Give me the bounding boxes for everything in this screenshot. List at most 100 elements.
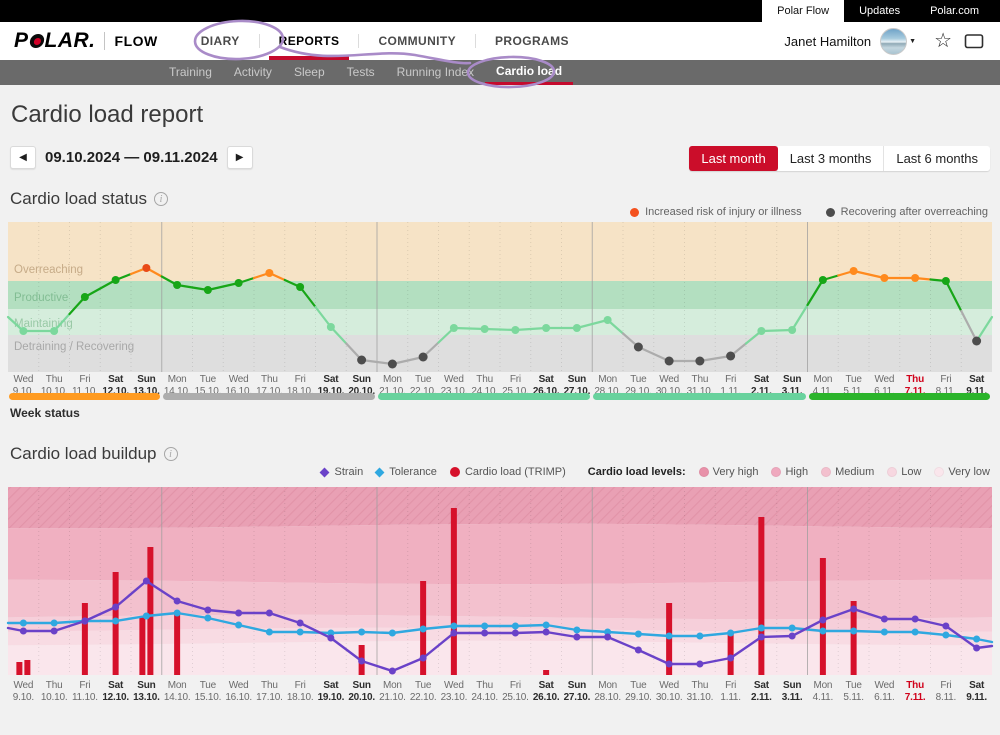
axis-day-label: Tue22.10.: [408, 680, 439, 704]
logo-o-icon: [28, 34, 44, 48]
legend-label: Medium: [835, 466, 874, 478]
subnav-item-cardio-load[interactable]: Cardio load: [485, 60, 573, 85]
cardio-load-status-chart: Detraining / RecoveringMaintainingProduc…: [0, 222, 1000, 372]
axis-day-label: Wed16.10.: [223, 680, 254, 704]
subnav-item-running-index[interactable]: Running Index: [386, 60, 485, 85]
tolerance-diamond-icon: [375, 467, 385, 477]
logo-text-p: P: [14, 29, 29, 53]
main-navbar: P LAR. FLOW DIARY REPORTS COMMUNITY PROGR…: [0, 22, 1000, 60]
axis-day-label: Sun3.11.: [777, 680, 808, 704]
strain-diamond-icon: [320, 467, 330, 477]
legend-item-high: High: [771, 466, 808, 478]
axis-day-label: Sat9.11.: [961, 680, 992, 704]
chevron-down-icon[interactable]: ▼: [909, 38, 916, 45]
axis-day-label: Sat2.11.: [746, 680, 777, 704]
legend-item-injury-risk: Increased risk of injury or illness: [630, 206, 802, 218]
axis-day-label: Fri8.11.: [931, 680, 962, 704]
axis-day-label: Tue29.10.: [623, 680, 654, 704]
axis-day-label: Thu7.11.: [900, 680, 931, 704]
logo-text-rest: LAR.: [45, 29, 96, 53]
polar-flow-app: Polar Flow Updates Polar.com P LAR. FLOW …: [0, 0, 1000, 735]
recovering-dot-icon: [826, 208, 835, 217]
user-name[interactable]: Janet Hamilton: [784, 34, 871, 49]
levels-label: Cardio load levels:: [588, 466, 686, 478]
menu-item-community[interactable]: COMMUNITY: [359, 22, 475, 60]
reports-subnav: Training Activity Sleep Tests Running In…: [0, 60, 1000, 85]
last-6-months-button[interactable]: Last 6 months: [883, 146, 990, 171]
low-dot-icon: [887, 467, 897, 477]
legend-item-strain: Strain: [321, 466, 363, 478]
legend-item-tolerance: Tolerance: [376, 466, 437, 478]
axis-day-label: Mon14.10.: [162, 680, 193, 704]
date-range-text: 09.10.2024 — 09.11.2024: [45, 149, 218, 166]
subnav-item-training[interactable]: Training: [158, 60, 223, 85]
legend-label: Recovering after overreaching: [841, 206, 988, 218]
user-avatar[interactable]: [880, 28, 907, 55]
date-range-navigator: ◀ 09.10.2024 — 09.11.2024 ▶: [10, 146, 253, 169]
axis-day-label: Mon21.10.: [377, 680, 408, 704]
last-month-button[interactable]: Last month: [689, 146, 777, 171]
favorites-star-icon[interactable]: ☆: [934, 31, 952, 51]
info-icon[interactable]: [164, 447, 178, 461]
trimp-dot-icon: [450, 467, 460, 477]
flow-wordmark: FLOW: [115, 33, 158, 49]
legend-label: Cardio load (TRIMP): [465, 466, 566, 478]
medium-dot-icon: [821, 467, 831, 477]
very-high-dot-icon: [699, 467, 709, 477]
svg-text:Overreaching: Overreaching: [14, 264, 83, 276]
axis-day-label: Fri11.10.: [70, 680, 101, 704]
axis-day-label: Sun13.10.: [131, 680, 162, 704]
injury-risk-dot-icon: [630, 208, 639, 217]
axis-day-label: Fri1.11.: [715, 680, 746, 704]
axis-day-label: Sun27.10.: [562, 680, 593, 704]
menu-item-programs[interactable]: PROGRAMS: [476, 22, 588, 60]
previous-period-button[interactable]: ◀: [10, 146, 36, 169]
user-cluster: Janet Hamilton ▼ ☆: [784, 28, 1000, 55]
axis-day-label: Thu17.10.: [254, 680, 285, 704]
site-tab-updates[interactable]: Updates: [844, 0, 915, 22]
info-icon[interactable]: [154, 192, 168, 206]
last-3-months-button[interactable]: Last 3 months: [778, 146, 884, 171]
axis-day-label: Sun20.10.: [346, 680, 377, 704]
week-status-segment: [9, 393, 160, 400]
buildup-section-title: Cardio load buildup: [10, 444, 157, 464]
legend-item-medium: Medium: [821, 466, 874, 478]
legend-label: Very high: [713, 466, 759, 478]
axis-day-label: Mon4.11.: [808, 680, 839, 704]
legend-item-very-low: Very low: [934, 466, 990, 478]
axis-day-label: Fri25.10.: [500, 680, 531, 704]
site-tab-polar-flow[interactable]: Polar Flow: [762, 0, 844, 22]
subnav-item-activity[interactable]: Activity: [223, 60, 283, 85]
polar-logo[interactable]: P LAR.: [14, 29, 96, 53]
svg-text:Productive: Productive: [14, 292, 68, 304]
menu-item-diary[interactable]: DIARY: [182, 22, 259, 60]
week-status-segment: [593, 393, 805, 400]
axis-day-label: Wed9.10.: [8, 680, 39, 704]
axis-day-label: Mon28.10.: [592, 680, 623, 704]
feedback-bubble-icon[interactable]: [964, 33, 984, 50]
axis-day-label: Sat26.10.: [531, 680, 562, 704]
menu-item-reports[interactable]: REPORTS: [260, 22, 359, 60]
legend-label: Very low: [948, 466, 990, 478]
status-legend: Increased risk of injury or illness Reco…: [630, 206, 988, 218]
axis-day-label: Fri18.10.: [285, 680, 316, 704]
legend-item-low: Low: [887, 466, 921, 478]
next-period-button[interactable]: ▶: [227, 146, 253, 169]
status-section-title: Cardio load status: [10, 189, 147, 209]
range-button-group: Last month Last 3 months Last 6 months: [689, 146, 990, 171]
subnav-item-tests[interactable]: Tests: [336, 60, 386, 85]
legend-label: Strain: [334, 466, 363, 478]
axis-day-label: Wed30.10.: [654, 680, 685, 704]
subnav-item-sleep[interactable]: Sleep: [283, 60, 336, 85]
legend-label: Tolerance: [389, 466, 437, 478]
svg-text:Detraining / Recovering: Detraining / Recovering: [14, 341, 134, 353]
buildup-chart-x-axis: Wed9.10.Thu10.10.Fri11.10.Sat12.10.Sun13…: [8, 680, 992, 704]
axis-day-label: Sat19.10.: [316, 680, 347, 704]
site-tab-polar-com[interactable]: Polar.com: [915, 0, 994, 22]
logo-divider: [104, 32, 105, 50]
week-status-segment: [378, 393, 590, 400]
axis-day-label: Tue5.11.: [838, 680, 869, 704]
axis-day-label: Tue15.10.: [193, 680, 224, 704]
buildup-legend: Strain Tolerance Cardio load (TRIMP) Car…: [321, 466, 990, 478]
high-dot-icon: [771, 467, 781, 477]
